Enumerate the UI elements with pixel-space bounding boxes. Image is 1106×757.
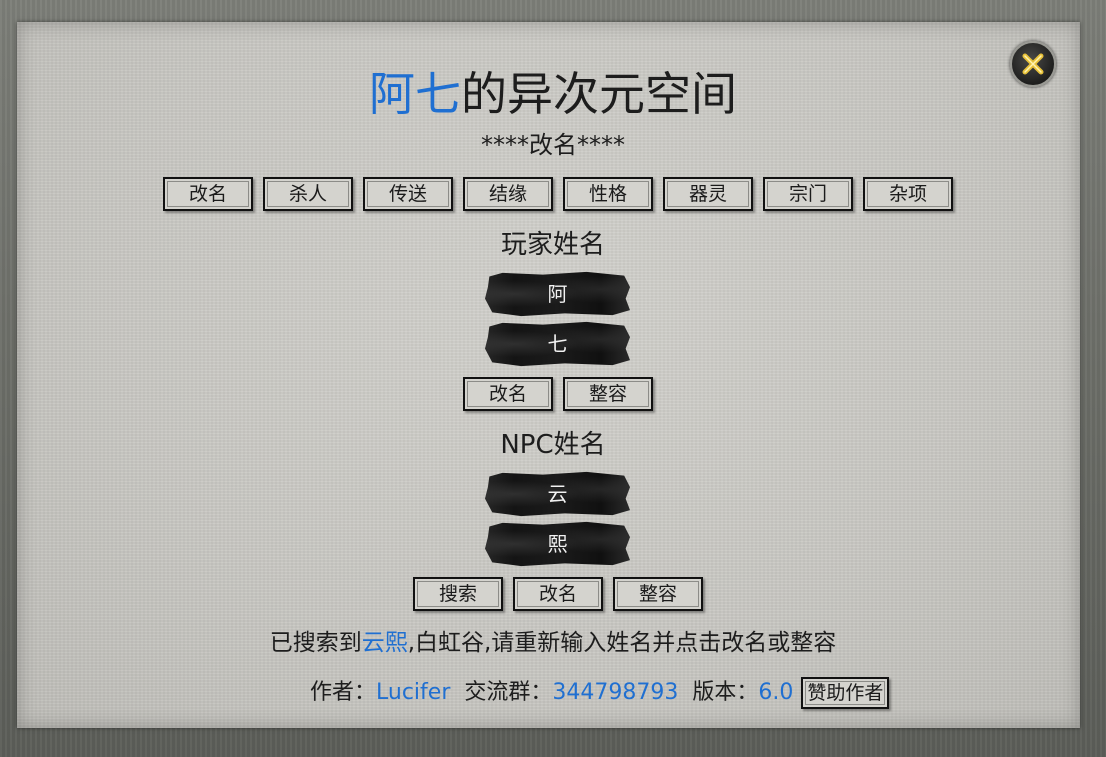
group-number: 344798793 [552, 680, 679, 705]
tab-bar: 改名 杀人 传送 结缘 性格 器灵 宗门 杂项 [163, 177, 963, 211]
player-given-name-input[interactable]: 七 [485, 321, 630, 367]
npc-surname-input[interactable]: 云 [485, 471, 630, 517]
player-surname-input[interactable]: 阿 [485, 271, 630, 317]
npc-rename-button[interactable]: 改名 [513, 577, 603, 611]
npc-reshape-button[interactable]: 整容 [613, 577, 703, 611]
tab-personality[interactable]: 性格 [563, 177, 653, 211]
status-found-name: 云熙 [361, 630, 408, 656]
tab-teleport[interactable]: 传送 [363, 177, 453, 211]
title-suffix: 的异次元空间 [461, 67, 737, 121]
tab-bond[interactable]: 结缘 [463, 177, 553, 211]
player-actions: 改名 整容 [463, 377, 663, 411]
group-label: 交流群： [464, 680, 553, 705]
npc-given-name-input[interactable]: 熙 [485, 521, 630, 567]
version-number: 6.0 [758, 680, 794, 705]
npc-search-button[interactable]: 搜索 [413, 577, 503, 611]
tab-misc[interactable]: 杂项 [863, 177, 953, 211]
section-header: ****改名**** [481, 131, 625, 159]
author-name: Lucifer [376, 680, 451, 705]
title-player-name: 阿七 [369, 67, 461, 121]
player-reshape-button[interactable]: 整容 [563, 377, 653, 411]
npc-actions: 搜索 改名 整容 [413, 577, 713, 611]
footer: 作者： Lucifer 交流群： 344798793 版本： 6.0 赞助作者 [310, 676, 890, 710]
page-title: 阿七的异次元空间 [0, 64, 1106, 124]
tab-sect[interactable]: 宗门 [763, 177, 853, 211]
status-suffix: ,白虹谷,请重新输入姓名并点击改名或整容 [407, 630, 837, 656]
status-message: 已搜索到云熙,白虹谷,请重新输入姓名并点击改名或整容 [0, 626, 1106, 660]
tab-artifact-spirit[interactable]: 器灵 [663, 177, 753, 211]
status-prefix: 已搜索到 [269, 630, 362, 656]
player-rename-button[interactable]: 改名 [463, 377, 553, 411]
tab-rename[interactable]: 改名 [163, 177, 253, 211]
player-name-label: 玩家姓名 [500, 230, 605, 260]
tab-kill[interactable]: 杀人 [263, 177, 353, 211]
npc-name-label: NPC姓名 [500, 430, 606, 460]
version-label: 版本： [692, 680, 759, 705]
author-label: 作者： [310, 680, 377, 705]
sponsor-button[interactable]: 赞助作者 [801, 677, 890, 709]
